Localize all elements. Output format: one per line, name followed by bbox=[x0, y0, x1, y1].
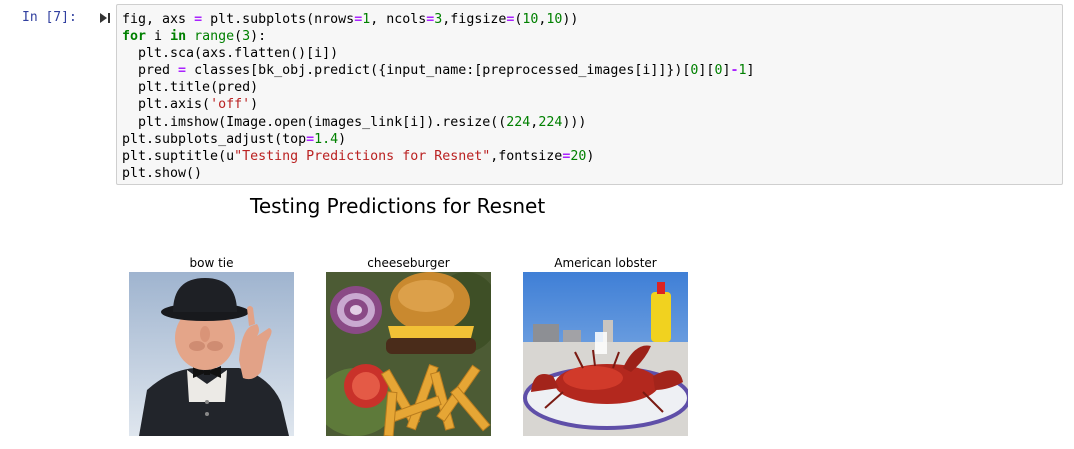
code-token: ))) bbox=[562, 114, 587, 130]
code-token: ] bbox=[746, 63, 755, 79]
subplot-2: cheeseburger bbox=[326, 256, 491, 436]
code-token: plt bbox=[122, 46, 163, 62]
code-token: , ncols bbox=[370, 12, 427, 27]
code-token: plt bbox=[122, 97, 163, 113]
code-token: .imshow(Image.open(images_link[i]).resiz… bbox=[162, 114, 507, 130]
code-token: ) bbox=[250, 97, 259, 113]
code-line: fig, axs = plt.subplots(nrows=1, ncols=3… bbox=[122, 11, 755, 28]
code-line: plt.imshow(Image.open(images_link[i]).re… bbox=[122, 114, 755, 131]
code-token: for bbox=[122, 29, 147, 45]
code-token: 10 bbox=[522, 12, 539, 27]
code-token: 1 bbox=[738, 63, 747, 79]
code-token: ,figsize bbox=[442, 12, 507, 27]
code-token: "Testing Predictions for Resnet" bbox=[234, 148, 491, 164]
code-token: plt.suptitle(u bbox=[122, 148, 235, 164]
code-line: plt.show() bbox=[122, 165, 755, 182]
code-token: 10 bbox=[546, 12, 563, 27]
code-token: = bbox=[178, 63, 187, 79]
input-prompt: In [7]: bbox=[22, 10, 77, 25]
code-line: plt.axis('off') bbox=[122, 96, 755, 113]
subplot-title: American lobster bbox=[554, 256, 657, 270]
code-line: plt.subplots_adjust(top=1.4) bbox=[122, 131, 755, 148]
code-editor[interactable]: fig, axs = plt.subplots(nrows=1, ncols=3… bbox=[122, 11, 755, 182]
code-token: = bbox=[354, 12, 363, 27]
figure-suptitle: Testing Predictions for Resnet bbox=[250, 194, 546, 218]
step-forward-icon[interactable] bbox=[99, 12, 111, 24]
code-token: .title(pred) bbox=[162, 80, 259, 96]
code-token: plt.show() bbox=[122, 165, 203, 181]
code-token: pred bbox=[122, 63, 179, 79]
code-token: plt.subplots(nrows bbox=[202, 12, 355, 27]
code-token: plt bbox=[122, 114, 163, 130]
subplot-title: cheeseburger bbox=[367, 256, 450, 270]
code-token: 'off' bbox=[210, 97, 251, 113]
code-token: = bbox=[306, 131, 315, 147]
code-token: ) bbox=[586, 148, 595, 164]
code-line: plt.title(pred) bbox=[122, 79, 755, 96]
code-token: in bbox=[170, 29, 187, 45]
prediction-image-lobster bbox=[523, 272, 688, 436]
code-token: )) bbox=[562, 12, 579, 27]
code-line: plt.suptitle(u"Testing Predictions for R… bbox=[122, 148, 755, 165]
code-token: 224 bbox=[506, 114, 531, 130]
code-token: i bbox=[146, 29, 171, 45]
code-token: plt bbox=[122, 80, 163, 96]
prediction-image-cheeseburger bbox=[326, 272, 491, 436]
code-token: ,fontsize bbox=[490, 148, 563, 164]
code-token: classes[bk_obj.predict({input_name:[prep… bbox=[186, 63, 691, 79]
subplot-title: bow tie bbox=[189, 256, 234, 270]
code-token: fig, axs bbox=[122, 12, 195, 27]
code-token: = bbox=[194, 12, 203, 27]
code-line: pred = classes[bk_obj.predict({input_nam… bbox=[122, 62, 755, 79]
cell-output: Testing Predictions for Resnet bow tie c… bbox=[116, 190, 1063, 445]
code-token: 224 bbox=[538, 114, 563, 130]
code-line: plt.sca(axs.flatten()[i]) bbox=[122, 45, 755, 62]
subplot-3: American lobster bbox=[523, 256, 688, 436]
code-token: range bbox=[194, 29, 235, 45]
code-token: ) bbox=[338, 131, 347, 147]
subplot-1: bow tie bbox=[129, 256, 294, 436]
code-token: ): bbox=[250, 29, 267, 45]
code-token: plt.subplots_adjust(top bbox=[122, 131, 307, 147]
code-token: .axis( bbox=[162, 97, 211, 113]
code-token: .sca(axs.flatten()[i]) bbox=[162, 46, 339, 62]
code-cell-input[interactable]: fig, axs = plt.subplots(nrows=1, ncols=3… bbox=[116, 4, 1063, 185]
code-token: 20 bbox=[570, 148, 587, 164]
code-token: 3 bbox=[242, 29, 251, 45]
code-token: ][ bbox=[698, 63, 715, 79]
code-token: 1.4 bbox=[314, 131, 339, 147]
code-token: ( bbox=[234, 29, 243, 45]
prediction-image-bow-tie bbox=[129, 272, 294, 436]
code-line: for i in range(3): bbox=[122, 28, 755, 45]
